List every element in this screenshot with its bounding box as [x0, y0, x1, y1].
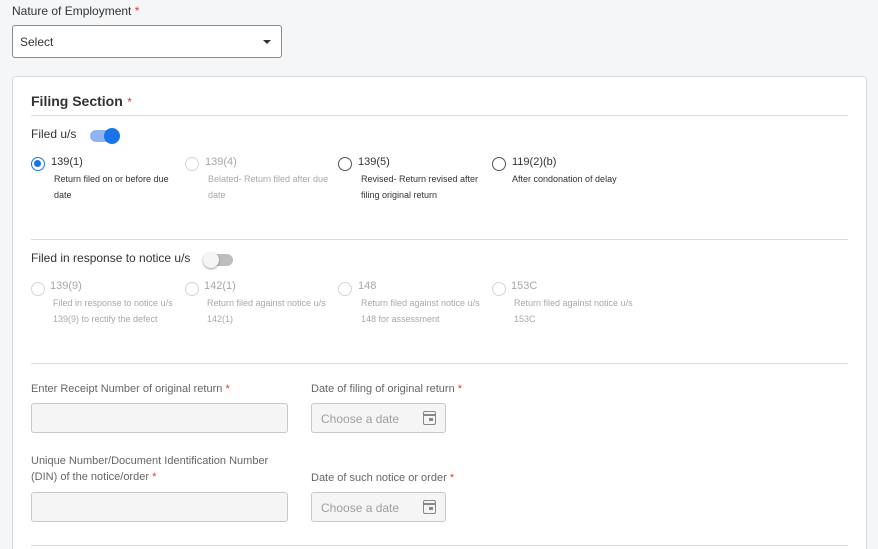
date-filing-label-text: Date of filing of original return	[311, 383, 455, 395]
calendar-icon[interactable]	[423, 500, 436, 514]
option-desc: filing original return	[361, 190, 438, 200]
employment-select[interactable]: Select	[12, 25, 282, 58]
caret-down-icon	[263, 40, 271, 44]
radio-153c[interactable]	[492, 282, 506, 296]
required-mark: *	[134, 4, 140, 18]
date-notice-label-text: Date of such notice or order	[311, 472, 447, 484]
radio-139-1[interactable]	[31, 157, 45, 171]
radio-139-5[interactable]	[338, 157, 352, 171]
option-title: 142(1)	[204, 280, 236, 292]
radio-119-2-b[interactable]	[492, 157, 506, 171]
receipt-number-label: Enter Receipt Number of original return …	[31, 381, 230, 397]
option-desc: 148 for assessment	[361, 314, 440, 324]
option-desc: 139(9) to rectify the defect	[53, 314, 158, 324]
din-label-line1: Unique Number/Document Identification Nu…	[31, 455, 269, 467]
option-desc: After condonation of delay	[512, 174, 617, 184]
divider	[31, 363, 848, 364]
option-desc: 142(1)	[207, 314, 234, 324]
date-filing-label: Date of filing of original return *	[311, 381, 462, 397]
divider	[31, 115, 848, 116]
option-title: 119(2)(b)	[512, 156, 557, 168]
din-label-line2: (DIN) of the notice/order *	[31, 469, 156, 485]
date-placeholder: Choose a date	[321, 501, 400, 515]
filing-section-title: Filing Section *	[31, 93, 132, 111]
option-desc: Return filed against notice u/s	[361, 298, 480, 308]
din-input[interactable]	[31, 492, 288, 522]
notice-toggle[interactable]	[203, 252, 233, 268]
calendar-icon[interactable]	[423, 411, 436, 425]
divider	[31, 545, 848, 546]
required-mark: *	[225, 383, 230, 395]
option-desc: Revised- Return revised after	[361, 174, 479, 184]
radio-142-1[interactable]	[185, 282, 199, 296]
toggle-knob	[203, 252, 219, 268]
required-mark: *	[457, 383, 463, 395]
option-desc: date	[54, 190, 72, 200]
option-title: 139(9)	[50, 280, 82, 292]
option-desc: date	[208, 190, 226, 200]
option-title: 153C	[511, 280, 538, 292]
option-desc: Return filed against notice u/s	[514, 298, 633, 308]
required-mark: *	[449, 472, 455, 484]
option-desc: Filed in response to notice u/s	[53, 298, 173, 308]
option-desc: 153C	[514, 314, 536, 324]
required-mark: *	[152, 471, 157, 483]
filed-us-label: Filed u/s	[31, 127, 77, 141]
din-label-line2-text: (DIN) of the notice/order	[31, 471, 149, 483]
employment-label-text: Nature of Employment	[12, 4, 132, 18]
date-notice-label: Date of such notice or order *	[311, 470, 454, 486]
option-title: 139(4)	[205, 156, 237, 168]
radio-139-4[interactable]	[185, 157, 199, 171]
employment-label: Nature of Employment *	[12, 4, 139, 18]
option-title: 139(5)	[358, 156, 390, 168]
option-title: 139(1)	[51, 156, 83, 168]
option-desc: Belated- Return filed after due	[208, 174, 329, 184]
receipt-number-input[interactable]	[31, 403, 288, 433]
filing-section-title-text: Filing Section	[31, 93, 123, 109]
employment-select-value: Select	[20, 35, 54, 49]
radio-148[interactable]	[338, 282, 352, 296]
date-filing-picker[interactable]: Choose a date	[311, 403, 446, 433]
option-desc: Return filed on or before due	[54, 174, 169, 184]
toggle-knob	[104, 128, 120, 144]
filed-us-toggle[interactable]	[90, 128, 120, 144]
option-title: 148	[358, 280, 377, 292]
option-desc: Return filed against notice u/s	[207, 298, 326, 308]
required-mark: *	[127, 95, 132, 109]
divider	[31, 239, 848, 240]
date-notice-picker[interactable]: Choose a date	[311, 492, 446, 522]
notice-label: Filed in response to notice u/s	[31, 251, 191, 265]
radio-139-9[interactable]	[31, 282, 45, 296]
date-placeholder: Choose a date	[321, 412, 400, 426]
receipt-number-label-text: Enter Receipt Number of original return	[31, 383, 223, 395]
